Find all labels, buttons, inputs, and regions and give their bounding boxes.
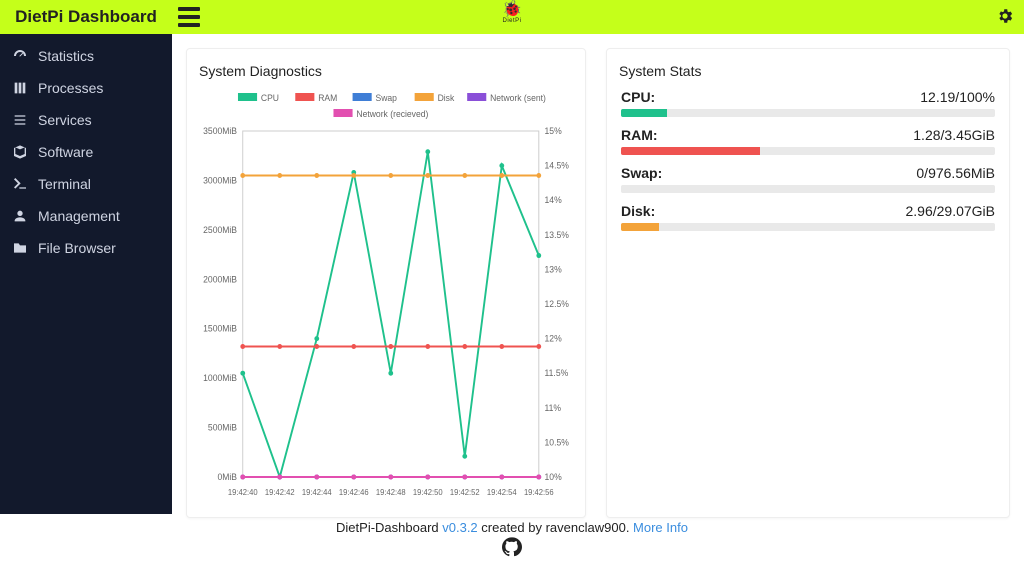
footer-text: DietPi-Dashboard bbox=[336, 520, 442, 535]
svg-text:2500MiB: 2500MiB bbox=[203, 225, 237, 235]
gear-icon bbox=[996, 7, 1014, 25]
nav-label: Terminal bbox=[38, 176, 91, 192]
svg-text:19:42:52: 19:42:52 bbox=[450, 488, 480, 497]
svg-text:15%: 15% bbox=[545, 126, 562, 136]
svg-text:19:42:54: 19:42:54 bbox=[487, 488, 517, 497]
stat-label: Disk: bbox=[621, 203, 655, 219]
svg-text:RAM: RAM bbox=[318, 93, 337, 103]
svg-text:14%: 14% bbox=[545, 195, 562, 205]
stat-label: CPU: bbox=[621, 89, 655, 105]
panel-diagnostics: System Diagnostics CPU RAM Swap Disk Network… bbox=[186, 48, 586, 518]
stat-bar bbox=[621, 223, 995, 231]
stat-value: 2.96/29.07GiB bbox=[905, 203, 995, 219]
svg-text:19:42:56: 19:42:56 bbox=[524, 488, 554, 497]
github-link[interactable] bbox=[0, 537, 1024, 560]
nav-item-services[interactable]: Services bbox=[0, 104, 172, 136]
svg-text:1500MiB: 1500MiB bbox=[203, 324, 237, 334]
nav-item-processes[interactable]: Processes bbox=[0, 72, 172, 104]
app-title: DietPi Dashboard bbox=[0, 7, 172, 27]
panel-title: System Stats bbox=[619, 63, 997, 79]
stat-row: Swap: 0/976.56MiB bbox=[615, 161, 1001, 199]
svg-text:3000MiB: 3000MiB bbox=[203, 175, 237, 185]
stat-row: CPU: 12.19/100% bbox=[615, 85, 1001, 123]
svg-text:Network (sent): Network (sent) bbox=[490, 93, 546, 103]
stat-row: RAM: 1.28/3.45GiB bbox=[615, 123, 1001, 161]
svg-text:12%: 12% bbox=[545, 333, 562, 343]
stat-value: 0/976.56MiB bbox=[916, 165, 995, 181]
footer: DietPi-Dashboard v0.3.2 created by raven… bbox=[0, 514, 1024, 564]
user-icon bbox=[12, 208, 28, 224]
svg-text:12.5%: 12.5% bbox=[545, 299, 570, 309]
svg-text:19:42:48: 19:42:48 bbox=[376, 488, 406, 497]
stat-bar bbox=[621, 185, 995, 193]
nav-item-statistics[interactable]: Statistics bbox=[0, 40, 172, 72]
svg-text:CPU: CPU bbox=[261, 93, 279, 103]
stat-bar bbox=[621, 147, 995, 155]
version-link[interactable]: v0.3.2 bbox=[442, 520, 477, 535]
nav-label: Services bbox=[38, 112, 92, 128]
stat-row: Disk: 2.96/29.07GiB bbox=[615, 199, 1001, 237]
nav-label: Processes bbox=[38, 80, 103, 96]
svg-text:2000MiB: 2000MiB bbox=[203, 274, 237, 284]
sidebar: Statistics Processes Services Software T… bbox=[0, 34, 172, 514]
processes-icon bbox=[12, 80, 28, 96]
svg-text:3500MiB: 3500MiB bbox=[203, 126, 237, 136]
svg-text:13%: 13% bbox=[545, 264, 562, 274]
nav-label: Management bbox=[38, 208, 120, 224]
svg-text:19:42:42: 19:42:42 bbox=[265, 488, 295, 497]
footer-text: created by ravenclaw900. bbox=[478, 520, 633, 535]
nav-item-terminal[interactable]: Terminal bbox=[0, 168, 172, 200]
gauge-icon bbox=[12, 48, 28, 64]
chart-container: CPU RAM Swap Disk Network (sent) Network (rec… bbox=[195, 85, 577, 501]
svg-text:11%: 11% bbox=[545, 403, 562, 413]
svg-text:500MiB: 500MiB bbox=[208, 422, 237, 432]
svg-text:1000MiB: 1000MiB bbox=[203, 373, 237, 383]
panel-title: System Diagnostics bbox=[199, 63, 573, 79]
stat-label: RAM: bbox=[621, 127, 658, 143]
logo-text: DietPi bbox=[502, 18, 522, 24]
stat-bar bbox=[621, 109, 995, 117]
svg-text:10.5%: 10.5% bbox=[545, 437, 570, 447]
svg-text:19:42:46: 19:42:46 bbox=[339, 488, 369, 497]
logo-icon: 🐞 bbox=[502, 2, 522, 18]
logo: 🐞 DietPi bbox=[502, 2, 522, 24]
nav-label: Software bbox=[38, 144, 93, 160]
svg-text:19:42:50: 19:42:50 bbox=[413, 488, 443, 497]
nav-label: Statistics bbox=[38, 48, 94, 64]
diagnostics-chart: CPU RAM Swap Disk Network (sent) Network (rec… bbox=[195, 85, 577, 501]
panel-stats: System Stats CPU: 12.19/100% RAM: 1.28/3.45… bbox=[606, 48, 1010, 518]
nav-item-software[interactable]: Software bbox=[0, 136, 172, 168]
topbar: DietPi Dashboard 🐞 DietPi bbox=[0, 0, 1024, 34]
stat-label: Swap: bbox=[621, 165, 662, 181]
svg-text:19:42:40: 19:42:40 bbox=[228, 488, 258, 497]
content: System Diagnostics CPU RAM Swap Disk Network… bbox=[172, 34, 1024, 514]
svg-text:0MiB: 0MiB bbox=[217, 472, 237, 482]
nav-item-management[interactable]: Management bbox=[0, 200, 172, 232]
stat-value: 12.19/100% bbox=[920, 89, 995, 105]
menu-toggle-button[interactable] bbox=[178, 7, 200, 27]
folder-icon bbox=[12, 240, 28, 256]
svg-text:14.5%: 14.5% bbox=[545, 160, 570, 170]
list-icon bbox=[12, 112, 28, 128]
svg-text:13.5%: 13.5% bbox=[545, 230, 570, 240]
nav-item-file-browser[interactable]: File Browser bbox=[0, 232, 172, 264]
box-icon bbox=[12, 144, 28, 160]
svg-text:Swap: Swap bbox=[375, 93, 397, 103]
svg-text:11.5%: 11.5% bbox=[545, 368, 569, 378]
terminal-icon bbox=[12, 176, 28, 192]
github-icon bbox=[502, 537, 522, 557]
settings-button[interactable] bbox=[996, 7, 1014, 28]
svg-text:Disk: Disk bbox=[438, 93, 455, 103]
stat-value: 1.28/3.45GiB bbox=[913, 127, 995, 143]
nav-label: File Browser bbox=[38, 240, 116, 256]
svg-text:19:42:44: 19:42:44 bbox=[302, 488, 332, 497]
more-info-link[interactable]: More Info bbox=[633, 520, 688, 535]
svg-text:Network (recieved): Network (recieved) bbox=[356, 109, 428, 119]
svg-text:10%: 10% bbox=[545, 472, 562, 482]
